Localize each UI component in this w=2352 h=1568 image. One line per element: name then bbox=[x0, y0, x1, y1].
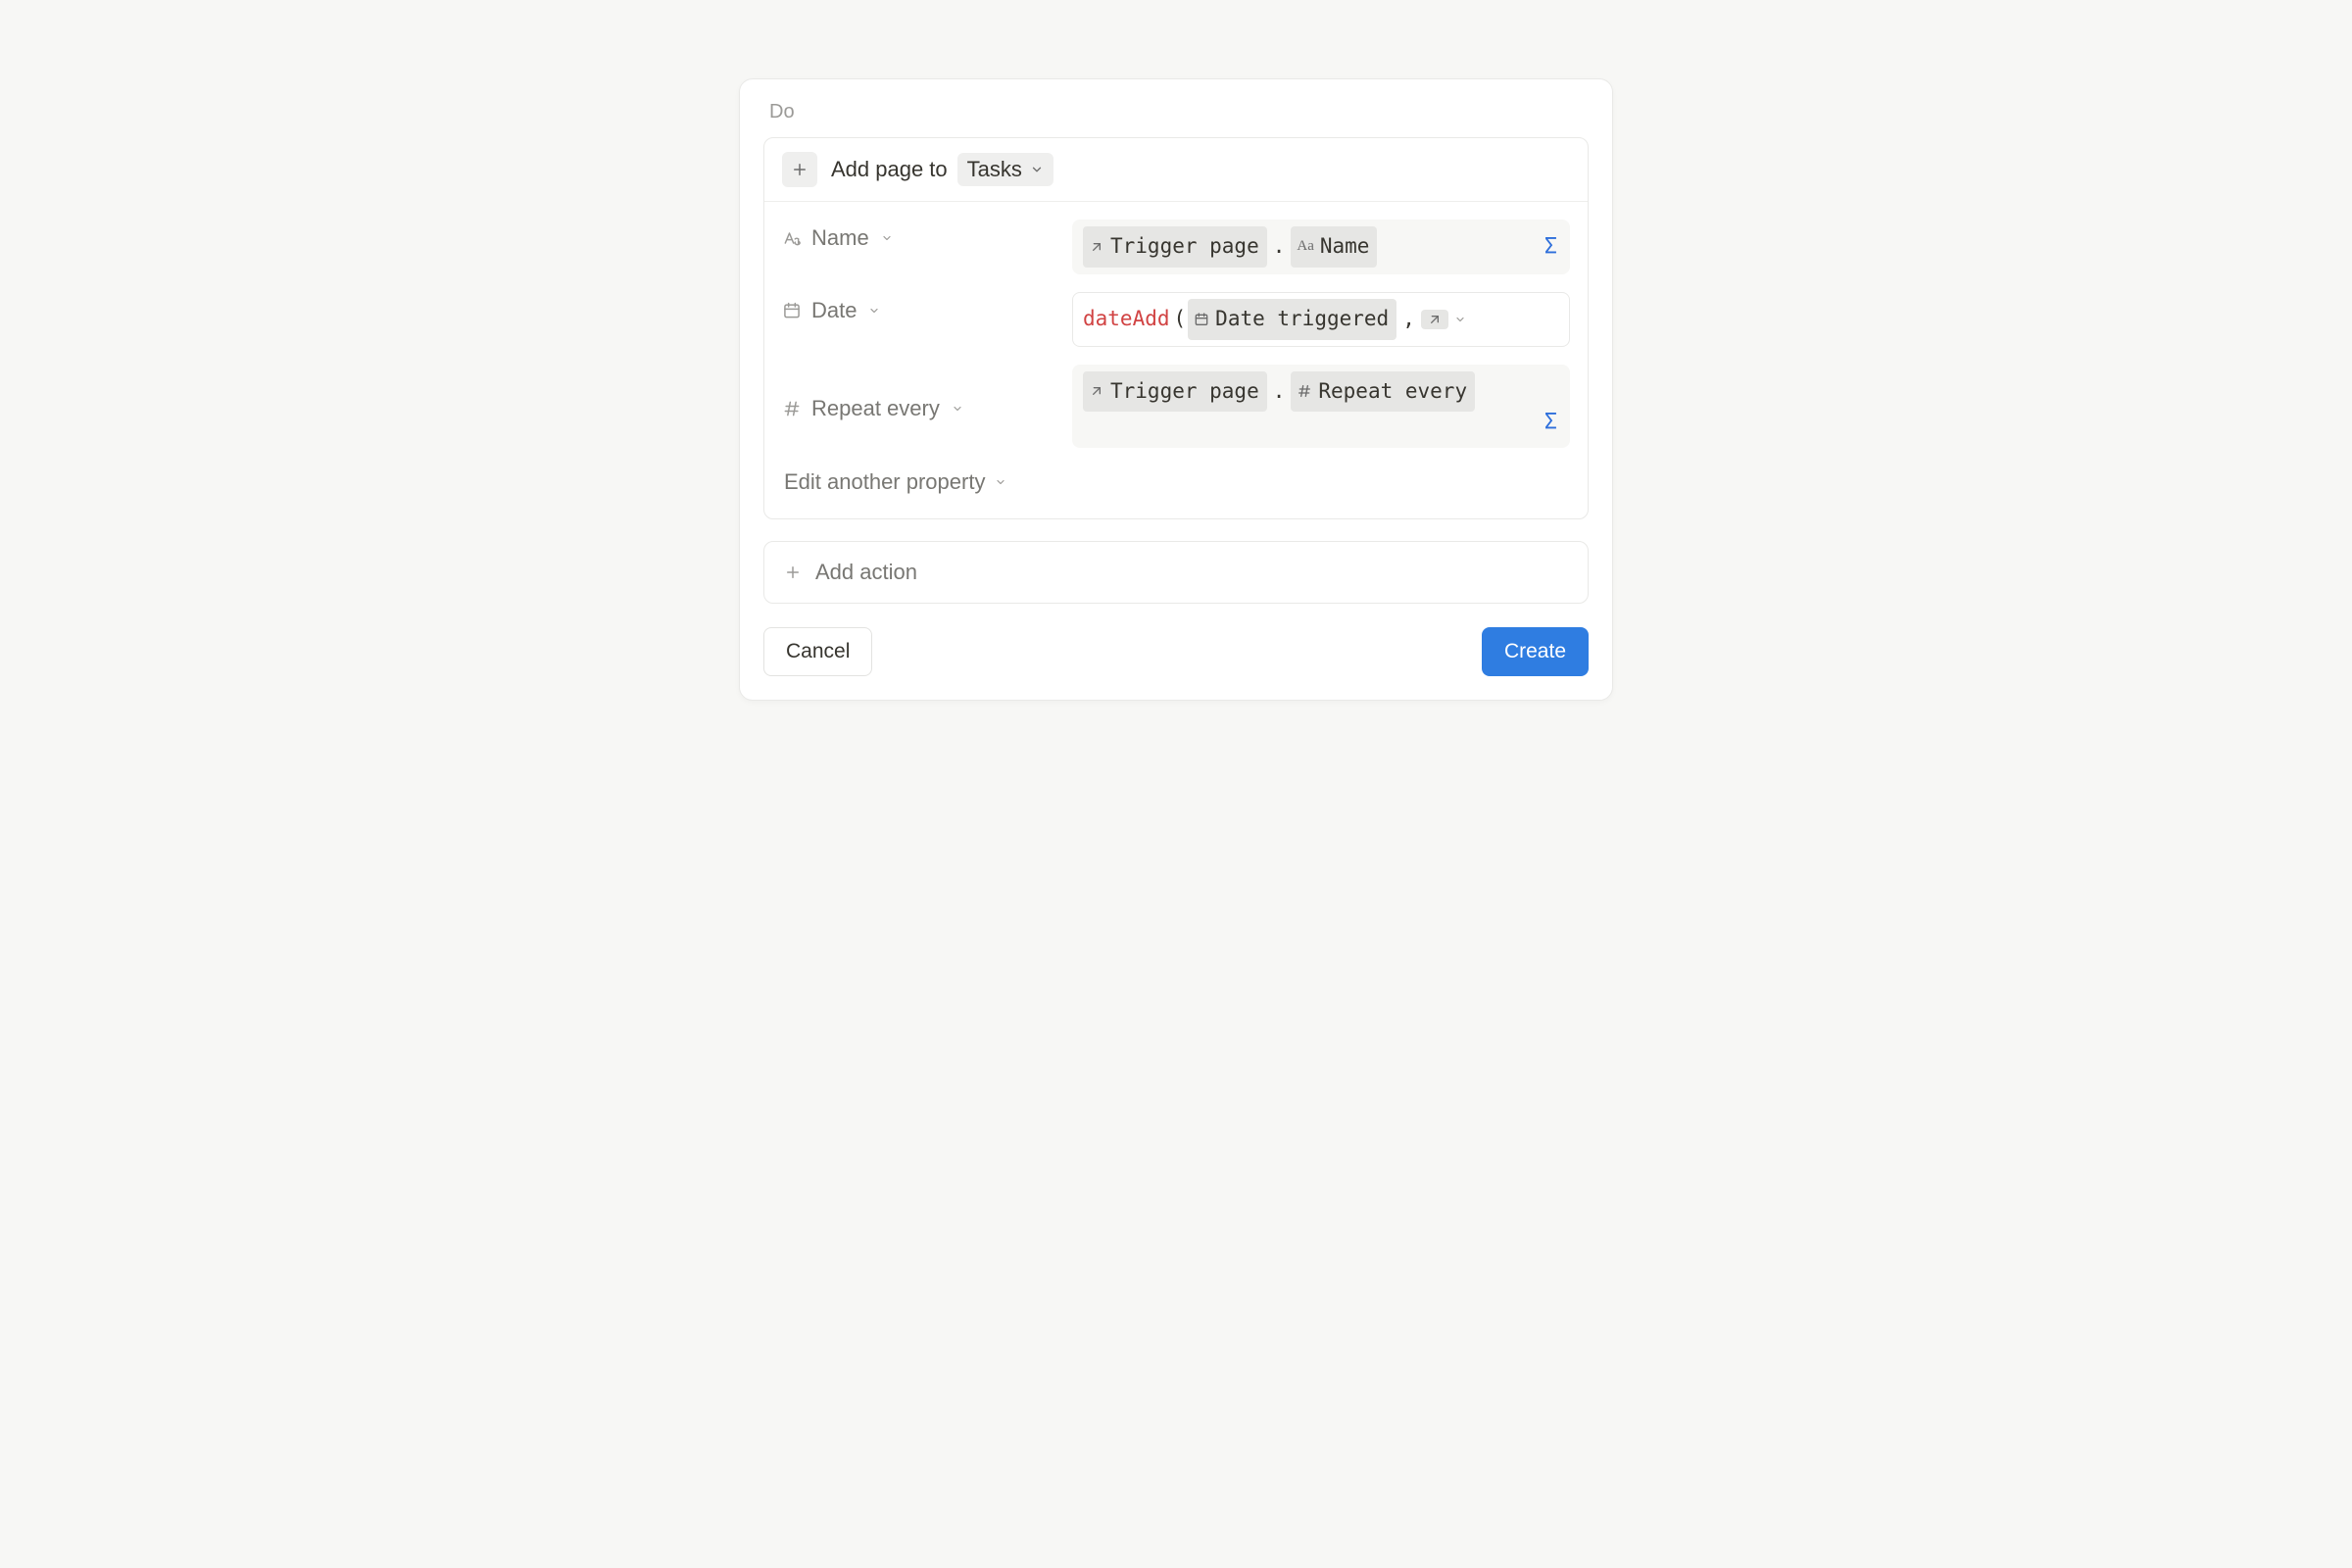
add-page-to-label: Add page to bbox=[831, 157, 948, 182]
hash-icon bbox=[1297, 383, 1312, 399]
dialog-footer: Cancel Create bbox=[763, 627, 1589, 676]
create-button[interactable]: Create bbox=[1482, 627, 1589, 676]
property-picker-name[interactable]: Name bbox=[782, 220, 1056, 251]
arrow-up-right-icon bbox=[1427, 312, 1443, 327]
add-action-button[interactable]: Add action bbox=[763, 541, 1589, 604]
token-date-triggered: Date triggered bbox=[1188, 299, 1396, 340]
property-rows: Name Trigger page . Aa Name Σ bbox=[764, 202, 1588, 518]
action-header[interactable]: Add page to Tasks bbox=[764, 138, 1588, 202]
hash-icon bbox=[782, 399, 802, 418]
property-value-repeat[interactable]: Trigger page . Repeat every Σ bbox=[1072, 365, 1570, 449]
formula-icon[interactable]: Σ bbox=[1544, 403, 1557, 442]
formula-icon[interactable]: Σ bbox=[1544, 227, 1557, 267]
do-section-label: Do bbox=[769, 101, 1589, 123]
formula-fn-name: dateAdd bbox=[1083, 301, 1170, 338]
aa-icon: Aa bbox=[1297, 233, 1314, 260]
cancel-button[interactable]: Cancel bbox=[763, 627, 872, 676]
chevron-down-icon bbox=[995, 476, 1006, 488]
plus-icon bbox=[782, 152, 817, 187]
calendar-icon bbox=[782, 301, 802, 320]
property-value-date[interactable]: dateAdd( Date triggered , bbox=[1072, 292, 1570, 347]
chevron-down-icon bbox=[1030, 163, 1044, 176]
chevron-down-icon bbox=[881, 232, 893, 244]
token-trigger-page-compact bbox=[1421, 310, 1448, 329]
property-row-date: Date dateAdd( Date triggered , bbox=[782, 292, 1570, 347]
text-icon bbox=[782, 228, 802, 248]
token-trigger-page: Trigger page bbox=[1083, 226, 1267, 268]
arrow-up-right-icon bbox=[1089, 239, 1104, 255]
property-label: Name bbox=[811, 225, 869, 251]
separator-dot: . bbox=[1269, 228, 1290, 266]
database-picker[interactable]: Tasks bbox=[957, 153, 1054, 186]
property-row-repeat: Repeat every Trigger page . Repeat every… bbox=[782, 365, 1570, 449]
chevron-down-icon bbox=[868, 305, 880, 317]
property-picker-repeat[interactable]: Repeat every bbox=[782, 390, 1056, 421]
property-label: Date bbox=[811, 298, 857, 323]
token-trigger-page: Trigger page bbox=[1083, 371, 1267, 413]
property-picker-date[interactable]: Date bbox=[782, 292, 1056, 323]
chevron-down-icon bbox=[952, 403, 963, 415]
token-name: Aa Name bbox=[1291, 226, 1377, 268]
chevron-down-icon[interactable] bbox=[1454, 314, 1466, 325]
property-label: Repeat every bbox=[811, 396, 940, 421]
edit-another-property-button[interactable]: Edit another property bbox=[782, 466, 1008, 501]
property-value-name[interactable]: Trigger page . Aa Name Σ bbox=[1072, 220, 1570, 274]
separator-comma: , bbox=[1398, 301, 1419, 338]
plus-icon bbox=[784, 564, 802, 581]
separator-dot: . bbox=[1269, 373, 1290, 411]
database-name: Tasks bbox=[967, 157, 1022, 182]
token-repeat-every: Repeat every bbox=[1291, 371, 1475, 413]
property-row-name: Name Trigger page . Aa Name Σ bbox=[782, 220, 1570, 274]
automation-do-panel: Do Add page to Tasks bbox=[739, 78, 1613, 701]
action-card: Add page to Tasks Name bbox=[763, 137, 1589, 519]
calendar-icon bbox=[1194, 312, 1209, 327]
arrow-up-right-icon bbox=[1089, 383, 1104, 399]
